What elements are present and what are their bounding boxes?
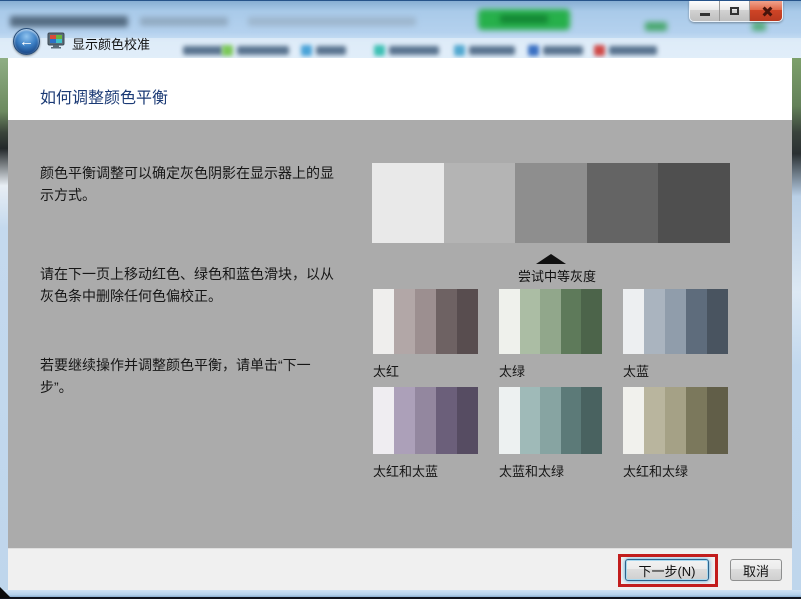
page-title: 如何调整颜色平衡 <box>40 84 168 108</box>
window-glass-border-right <box>792 58 801 590</box>
swatch-label: 太蓝和太绿 <box>499 461 602 480</box>
window-glass-border-bottom <box>0 590 801 599</box>
gray-scale-strip <box>372 163 730 243</box>
blurred-green-button-text <box>500 15 548 23</box>
instruction-paragraph: 若要继续操作并调整颜色平衡，请单击“下一步”。 <box>40 354 342 398</box>
blurred-green-badge <box>752 22 766 31</box>
calibration-wizard-page: 如何调整颜色平衡 颜色平衡调整可以确定灰色阴影在显示器上的显示方式。 请在下一页… <box>8 58 792 590</box>
swatch-strip <box>373 387 478 454</box>
instruction-paragraph: 颜色平衡调整可以确定灰色阴影在显示器上的显示方式。 <box>40 162 342 206</box>
swatch-too-green: 太绿 <box>499 289 602 380</box>
blurred-titlebar-text <box>248 17 416 26</box>
blurred-green-badge <box>645 22 667 31</box>
medium-gray-marker-label: 尝试中等灰度 <box>506 266 608 285</box>
blurred-toolbar-icon <box>528 45 539 56</box>
swatch-too-red: 太红 <box>373 289 478 380</box>
close-icon <box>761 6 772 17</box>
swatch-strip <box>623 387 728 454</box>
minimize-icon <box>700 13 710 16</box>
window-title: 显示颜色校准 <box>72 34 150 53</box>
swatch-strip <box>623 289 728 354</box>
footer-bar: 下一步(N) 取消 <box>8 548 792 590</box>
heading-band: 如何调整颜色平衡 <box>8 58 792 120</box>
blurred-toolbar-icon <box>222 45 233 56</box>
swatch-strip <box>499 289 602 354</box>
back-button[interactable]: ← <box>13 28 40 55</box>
swatch-too-red-blue: 太红和太蓝 <box>373 387 478 480</box>
swatch-label: 太红 <box>373 361 478 380</box>
instruction-paragraph: 请在下一页上移动红色、绿色和蓝色滑块，以从灰色条中删除任何色偏校正。 <box>40 263 342 307</box>
close-button[interactable] <box>750 1 782 21</box>
blurred-toolbar-icon <box>374 45 385 56</box>
blurred-toolbar-icon <box>454 45 465 56</box>
maximize-icon <box>730 7 739 15</box>
blurred-toolbar-icon <box>301 45 312 56</box>
swatch-strip <box>499 387 602 454</box>
swatch-strip <box>373 289 478 354</box>
cancel-button[interactable]: 取消 <box>730 559 782 581</box>
swatch-too-blue: 太蓝 <box>623 289 728 380</box>
swatch-too-blue-green: 太蓝和太绿 <box>499 387 602 480</box>
blurred-toolbar-icon <box>594 45 605 56</box>
blurred-toolbar-item <box>609 46 657 55</box>
window-controls <box>689 1 783 22</box>
blurred-toolbar-item <box>389 46 439 55</box>
display-calibration-icon <box>47 32 65 54</box>
blurred-toolbar-item <box>469 46 515 55</box>
swatch-label: 太红和太蓝 <box>373 461 478 480</box>
swatch-label: 太蓝 <box>623 361 728 380</box>
maximize-button[interactable] <box>720 1 750 21</box>
swatch-label: 太绿 <box>499 361 602 380</box>
blurred-toolbar-item <box>543 46 583 55</box>
blurred-titlebar-text <box>10 16 128 27</box>
swatch-too-red-green: 太红和太绿 <box>623 387 728 480</box>
blurred-toolbar-item <box>237 46 289 55</box>
next-button[interactable]: 下一步(N) <box>625 559 709 581</box>
blurred-toolbar-item <box>183 46 223 55</box>
minimize-button[interactable] <box>690 1 720 21</box>
window-glass-border-left <box>0 58 8 590</box>
blurred-titlebar-text <box>140 17 228 26</box>
blurred-toolbar-item <box>316 46 346 55</box>
window-glass-titlebar: ← 显示颜色校准 <box>0 0 801 58</box>
swatch-label: 太红和太绿 <box>623 461 728 480</box>
medium-gray-marker-icon <box>536 254 566 264</box>
mouse-cursor <box>0 587 11 598</box>
